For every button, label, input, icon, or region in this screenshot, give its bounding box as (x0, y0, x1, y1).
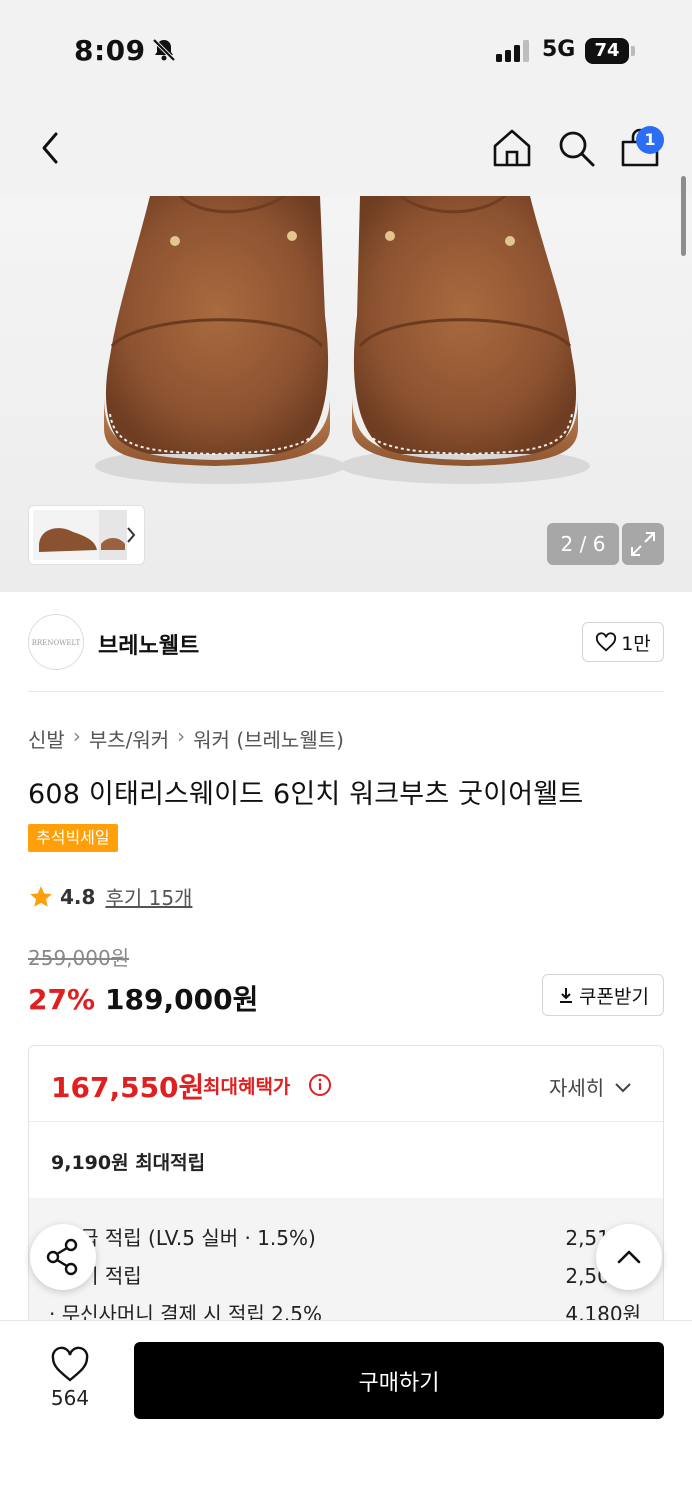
breadcrumb-item[interactable]: 워커 (브레노웰트) (193, 724, 344, 753)
image-counter: 2 / 6 (547, 523, 619, 565)
review-link[interactable]: 후기 15개 (105, 882, 192, 911)
heart-outline-icon (51, 1346, 89, 1382)
status-time: 8:09 (74, 34, 146, 67)
max-benefit-price: 167,550원 (51, 1071, 205, 1104)
top-nav (0, 100, 692, 196)
benefit-box: 167,550원 최대혜택가 자세히 9,190원 최대적립 · 등급 적립 (… (28, 1045, 664, 1345)
breadcrumb: 신발 › 부츠/워커 › 워커 (브레노웰트) (28, 724, 344, 753)
heart-outline-icon (596, 632, 617, 652)
rating-score: 4.8 (60, 884, 96, 909)
divider (28, 691, 664, 692)
battery-tip (631, 46, 635, 56)
search-icon[interactable] (554, 126, 598, 170)
back-arrow-icon[interactable] (28, 126, 72, 170)
max-points: 9,190원 최대적립 (51, 1152, 206, 1174)
benefit-header: 167,550원 최대혜택가 자세히 (29, 1046, 663, 1122)
original-price: 259,000원 (28, 946, 130, 970)
home-icon[interactable] (490, 126, 534, 170)
expand-icon (631, 532, 655, 556)
buy-button[interactable]: 구매하기 (134, 1342, 664, 1419)
wishlist-count: 564 (50, 1386, 90, 1410)
sale-price: 189,000원 (105, 983, 259, 1016)
info-icon[interactable] (308, 1073, 332, 1097)
points-line: · 후기 적립 2,500원 (49, 1260, 641, 1289)
thumbnail-strip[interactable] (28, 505, 145, 565)
points-line: · 등급 적립 (LV.5 실버 · 1.5%) 2,510원 (49, 1222, 641, 1251)
download-icon (560, 988, 573, 1003)
max-benefit-label: 최대혜택가 (203, 1076, 291, 1098)
bell-muted-icon (152, 38, 176, 62)
rating-row: 4.8 후기 15개 (28, 882, 192, 911)
product-page: 8:09 5G 74 1 2 / 6 BRENOWELT 브레노웰트 1만 신발… (0, 0, 692, 1500)
chevron-down-icon (615, 1082, 631, 1092)
brand-logo[interactable]: BRENOWELT (28, 614, 84, 670)
star-icon (30, 885, 52, 907)
thumbnail-image (33, 510, 136, 560)
chevron-right-icon: › (72, 724, 81, 748)
coupon-label: 쿠폰받기 (579, 985, 649, 1008)
brand-like-count: 1만 (621, 632, 651, 655)
price-row: 27% 189,000원 (28, 978, 258, 1018)
detail-toggle[interactable]: 자세히 (549, 1072, 632, 1101)
network-type: 5G (542, 37, 576, 62)
scrollbar[interactable] (681, 176, 686, 256)
share-button[interactable] (30, 1224, 96, 1290)
chevron-up-icon (617, 1250, 641, 1264)
brand-name[interactable]: 브레노웰트 (98, 628, 199, 660)
discount-rate: 27% (28, 983, 96, 1016)
battery-icon: 74 (585, 38, 629, 64)
detail-label: 자세히 (549, 1076, 605, 1100)
chevron-right-icon: › (177, 724, 186, 748)
coupon-button[interactable]: 쿠폰받기 (542, 974, 664, 1016)
signal-icon (496, 40, 529, 62)
expand-button[interactable] (622, 523, 664, 565)
sale-badge: 추석빅세일 (28, 824, 118, 852)
cart-count-badge: 1 (636, 126, 664, 154)
status-bar: 8:09 5G 74 (0, 0, 692, 100)
breadcrumb-item[interactable]: 부츠/워커 (89, 724, 169, 753)
breadcrumb-item[interactable]: 신발 (28, 724, 65, 753)
scroll-top-button[interactable] (596, 1224, 662, 1290)
brand-like-button[interactable]: 1만 (582, 622, 664, 662)
share-icon (46, 1238, 78, 1276)
product-title: 608 이태리스웨이드 6인치 워크부츠 굿이어웰트 (28, 779, 584, 810)
